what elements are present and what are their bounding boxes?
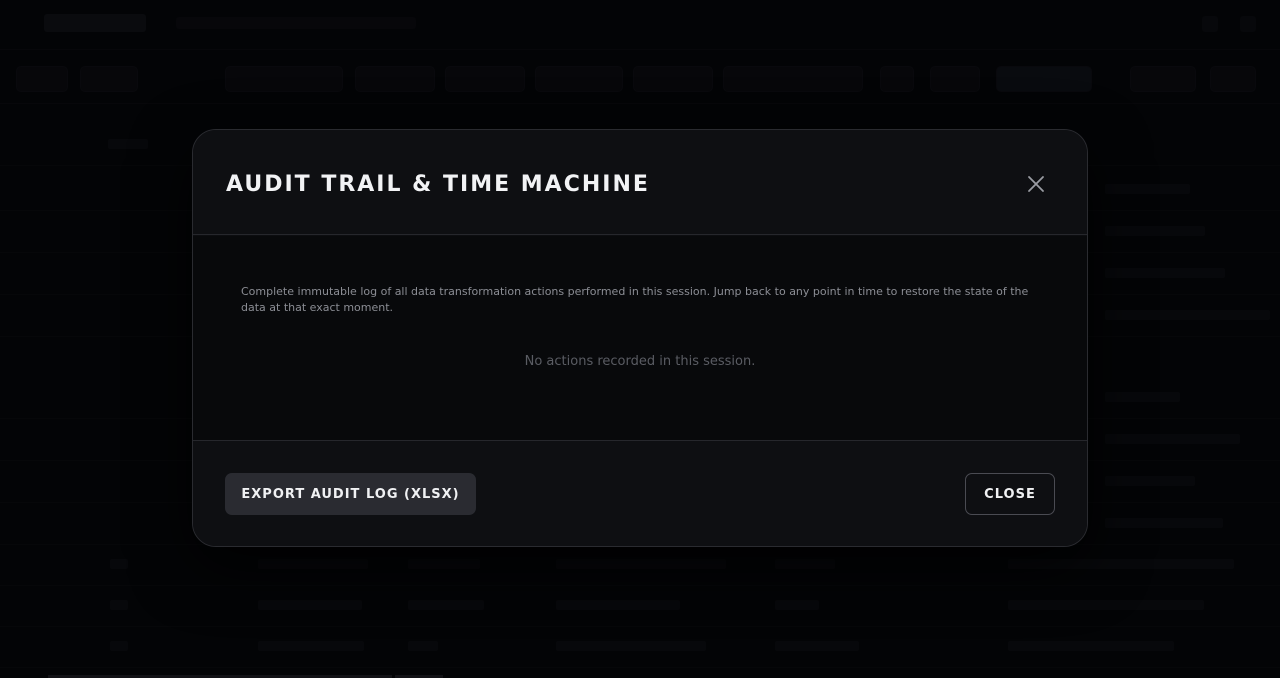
- modal-header: AUDIT TRAIL & TIME MACHINE: [193, 130, 1087, 235]
- export-audit-log-button[interactable]: EXPORT AUDIT LOG (XLSX): [225, 473, 476, 515]
- modal-title: AUDIT TRAIL & TIME MACHINE: [226, 172, 650, 197]
- close-icon[interactable]: [1024, 172, 1048, 196]
- modal-description: Complete immutable log of all data trans…: [241, 285, 1029, 314]
- audit-trail-modal: AUDIT TRAIL & TIME MACHINE Complete immu…: [192, 129, 1088, 547]
- empty-state-message: No actions recorded in this session.: [524, 354, 756, 369]
- modal-footer: EXPORT AUDIT LOG (XLSX) CLOSE: [193, 440, 1087, 546]
- close-button[interactable]: CLOSE: [965, 473, 1055, 515]
- modal-body: Complete immutable log of all data trans…: [193, 236, 1087, 440]
